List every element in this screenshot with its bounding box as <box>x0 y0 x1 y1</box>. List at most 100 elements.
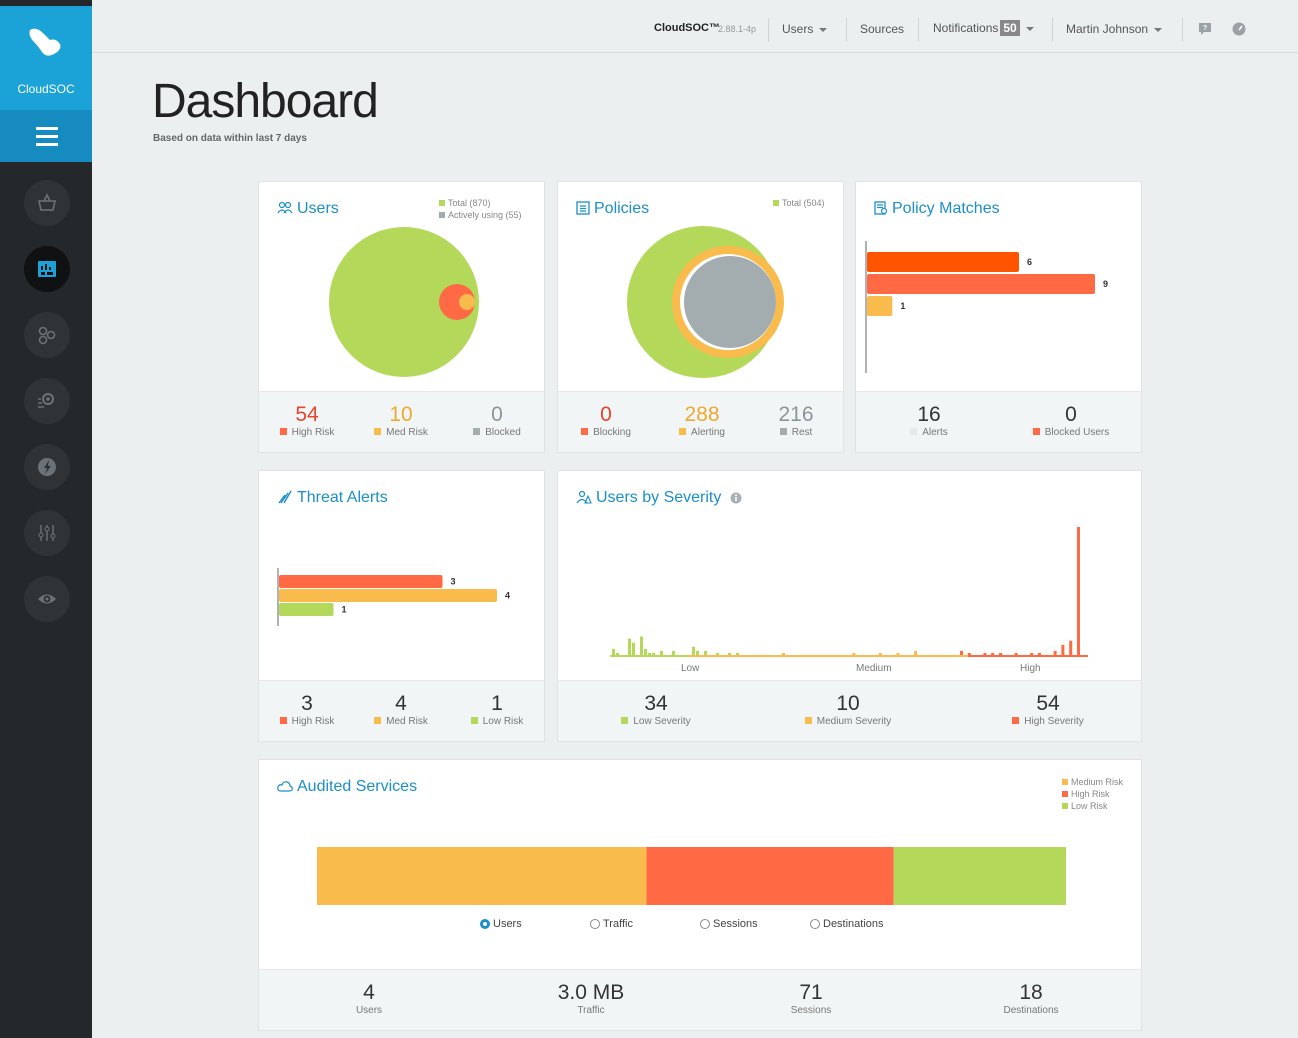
users-by-severity-card-title[interactable]: Users by Severity <box>576 489 746 507</box>
nav-dashboard[interactable] <box>24 246 70 292</box>
bar-0[interactable] <box>279 575 443 588</box>
stat-alerting[interactable]: 288 Alerting <box>662 404 742 438</box>
segment-low-risk[interactable] <box>893 847 1066 905</box>
nav-settings[interactable] <box>24 510 70 556</box>
severity-bar[interactable] <box>852 652 856 655</box>
nav-basket[interactable] <box>24 180 70 226</box>
severity-bar[interactable] <box>999 652 1002 655</box>
severity-bar[interactable] <box>716 652 719 655</box>
severity-bar[interactable] <box>616 652 619 655</box>
severity-bar[interactable] <box>728 652 731 655</box>
severity-bar[interactable] <box>896 652 900 655</box>
users-menu[interactable]: Users <box>782 22 828 36</box>
severity-bar[interactable] <box>1077 527 1080 655</box>
page-subtitle: Based on data within last 7 days <box>153 133 307 144</box>
stat-low-severity[interactable]: 34 Low Severity <box>596 693 716 727</box>
user-menu[interactable]: Martin Johnson <box>1066 22 1163 36</box>
user-name: Martin Johnson <box>1066 22 1149 36</box>
severity-bar[interactable] <box>672 650 675 655</box>
stat-blocked-users[interactable]: 0 Blocked Users <box>1016 404 1126 438</box>
stat-medium-severity[interactable]: 10 Medium Severity <box>788 693 908 727</box>
severity-bar[interactable] <box>648 652 651 655</box>
severity-bar[interactable] <box>628 638 631 655</box>
severity-bar[interactable] <box>652 652 655 655</box>
info-icon[interactable] <box>730 492 742 504</box>
segment-medium-risk[interactable] <box>317 847 647 905</box>
svg-text:?: ? <box>1203 25 1207 32</box>
radio-destinations[interactable]: Destinations <box>810 918 884 930</box>
nav-integrations[interactable] <box>24 312 70 358</box>
segment-high-risk[interactable] <box>646 847 894 905</box>
med-risk-users-circle <box>459 294 475 310</box>
severity-bar[interactable] <box>1038 652 1041 655</box>
chevron-down-icon <box>1025 26 1034 31</box>
stat-traffic[interactable]: 3.0 MB Traffic <box>531 982 651 1017</box>
severity-bar[interactable] <box>914 650 917 655</box>
stat-high-severity[interactable]: 54 High Severity <box>988 693 1108 727</box>
policy-matches-card-title[interactable]: Policy Matches <box>874 200 1000 218</box>
stat-rest[interactable]: 216 Rest <box>756 404 836 439</box>
threat-alerts-card-title[interactable]: Threat Alerts <box>277 489 388 507</box>
severity-bar[interactable] <box>736 652 739 655</box>
bar-1[interactable] <box>867 274 1095 294</box>
stat-destinations[interactable]: 18 Destinations <box>971 982 1091 1017</box>
severity-bar[interactable] <box>692 646 695 655</box>
severity-bar[interactable] <box>1014 652 1018 655</box>
severity-bar[interactable] <box>612 648 615 655</box>
stat-blocked[interactable]: 0 Blocked <box>459 404 535 438</box>
radio-unselected-icon <box>810 919 820 929</box>
bar-0[interactable] <box>867 252 1019 272</box>
stat-blocking[interactable]: 0 Blocking <box>566 404 646 438</box>
radio-traffic[interactable]: Traffic <box>590 918 633 930</box>
product-name: CloudSOC™ <box>654 22 720 34</box>
bar-1[interactable] <box>279 589 497 602</box>
performance-button[interactable] <box>1232 22 1246 39</box>
stat-low-risk-alerts[interactable]: 1 Low Risk <box>459 693 535 727</box>
severity-bar[interactable] <box>960 650 963 655</box>
nav-protect[interactable] <box>24 444 70 490</box>
axis-label-medium: Medium <box>856 663 892 674</box>
severity-bar[interactable] <box>983 652 987 655</box>
severity-bar[interactable] <box>991 652 995 655</box>
radio-sessions[interactable]: Sessions <box>700 918 758 930</box>
stat-alerts[interactable]: 16 Alerts <box>884 404 974 438</box>
severity-bar[interactable] <box>660 650 663 655</box>
severity-bar[interactable] <box>696 650 699 655</box>
stat-users[interactable]: 4 Users <box>309 982 429 1017</box>
severity-bar[interactable] <box>1061 644 1065 655</box>
dashboard-icon <box>38 261 56 277</box>
hamburger-icon <box>36 127 58 130</box>
notifications-menu[interactable]: Notifications 50 <box>933 20 1034 36</box>
nav-investigate[interactable] <box>24 378 70 424</box>
severity-bar[interactable] <box>878 652 882 655</box>
protect-icon <box>38 458 56 476</box>
bar-2[interactable] <box>867 296 893 316</box>
severity-bar[interactable] <box>644 648 647 655</box>
bar-2[interactable] <box>279 603 334 616</box>
cloudsoc-logo-icon <box>29 28 61 56</box>
severity-bar[interactable] <box>1069 640 1073 655</box>
severity-bar[interactable] <box>782 652 785 655</box>
nav-eye[interactable] <box>24 576 70 622</box>
sources-link[interactable]: Sources <box>860 22 904 36</box>
help-button[interactable]: ? <box>1198 22 1212 39</box>
stat-sessions[interactable]: 71 Sessions <box>751 982 871 1017</box>
severity-bar[interactable] <box>1053 650 1057 655</box>
severity-bar[interactable] <box>1030 652 1034 655</box>
severity-bar[interactable] <box>967 652 971 655</box>
stat-high-risk-alerts[interactable]: 3 High Risk <box>269 693 345 727</box>
stat-med-risk-alerts[interactable]: 4 Med Risk <box>363 693 439 727</box>
cloudsoc-logo[interactable]: CloudSOC <box>0 6 92 110</box>
speedometer-icon <box>1232 22 1246 36</box>
audited-services-card-title[interactable]: Audited Services <box>277 778 417 796</box>
severity-bar[interactable] <box>640 636 643 655</box>
policy-matches-icon <box>874 201 888 215</box>
stat-high-risk[interactable]: 54 High Risk <box>269 404 345 438</box>
severity-bar[interactable] <box>632 642 635 655</box>
users-card-title[interactable]: Users <box>277 200 339 218</box>
severity-bar[interactable] <box>704 650 707 655</box>
stat-med-risk[interactable]: 10 Med Risk <box>363 404 439 438</box>
menu-toggle-button[interactable] <box>0 110 92 162</box>
policies-card-title[interactable]: Policies <box>576 200 649 218</box>
radio-users[interactable]: Users <box>480 918 522 930</box>
